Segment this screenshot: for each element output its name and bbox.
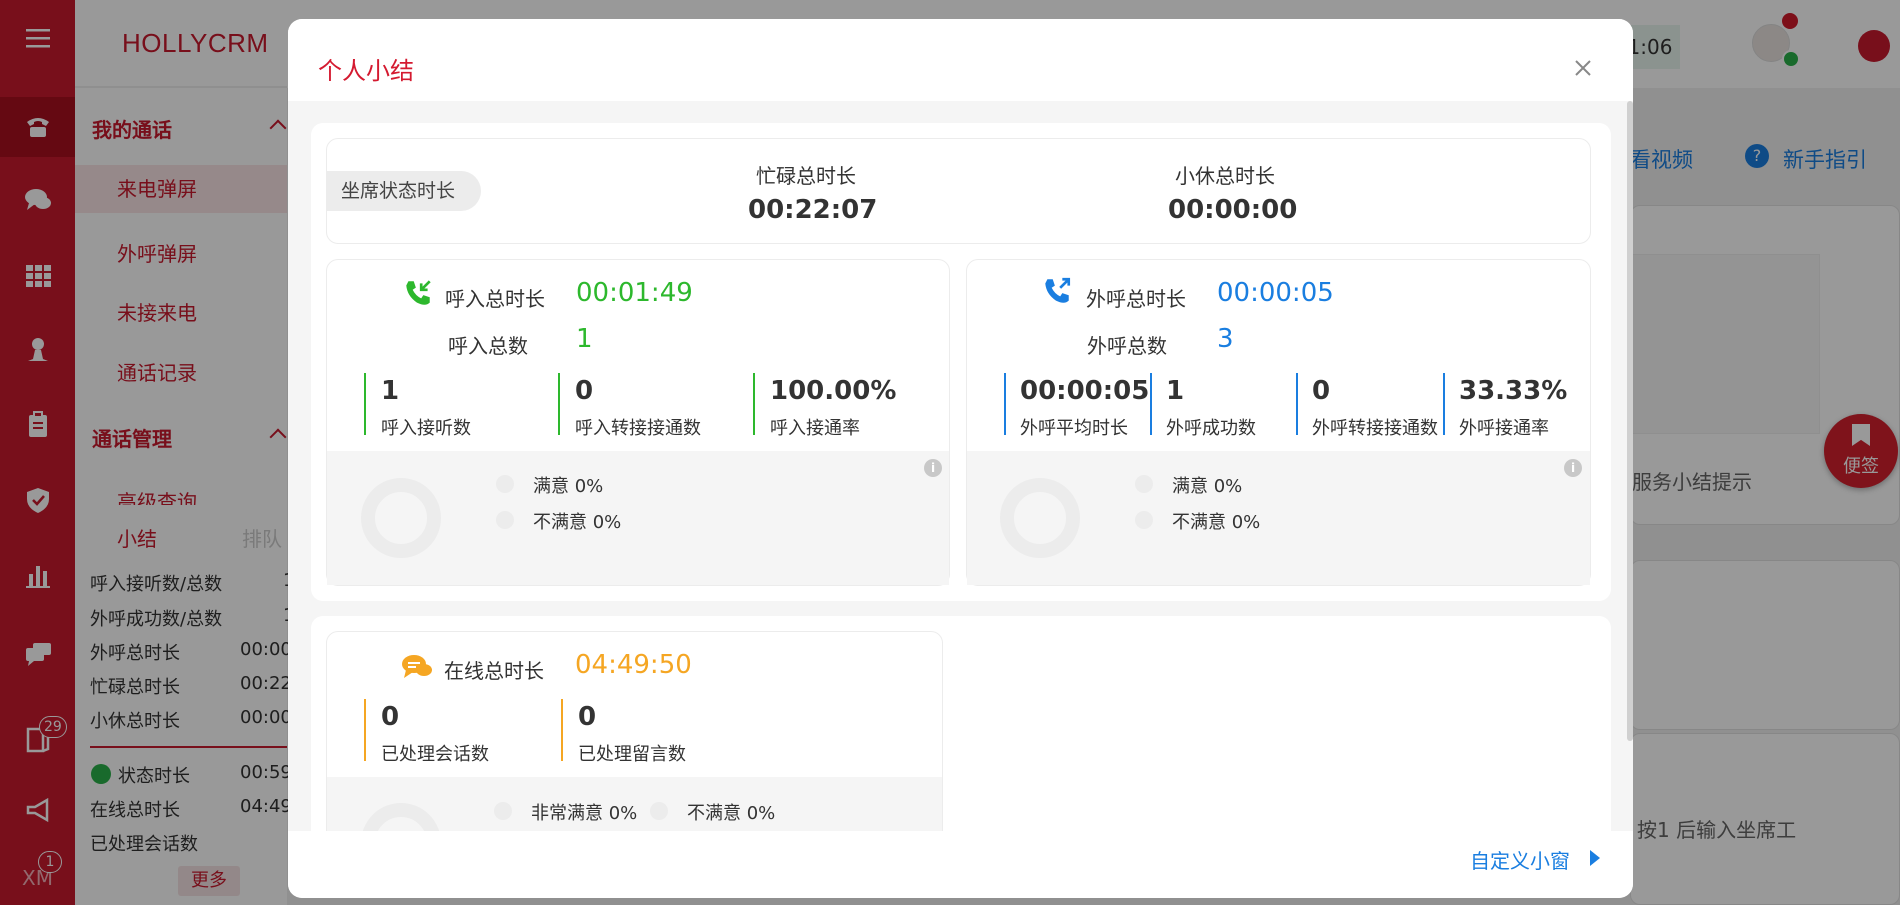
legend-dot — [1135, 475, 1153, 493]
modal-header — [288, 19, 1633, 101]
rest-duration-value: 00:00:00 — [1168, 195, 1298, 225]
close-icon[interactable] — [1568, 53, 1598, 83]
rest-duration-label: 小休总时长 — [1175, 164, 1275, 188]
outbound-success-value: 1 — [1166, 376, 1185, 406]
inbound-duration-value: 00:01:49 — [576, 278, 693, 308]
outbound-rate-label: 外呼接通率 — [1459, 418, 1549, 439]
info-icon[interactable]: i — [924, 459, 942, 477]
legend-dot — [496, 511, 514, 529]
divider — [1296, 373, 1298, 435]
legend-dot — [494, 802, 512, 820]
inbound-satisfied: 满意 0% — [533, 476, 604, 497]
outgoing-call-icon — [1045, 277, 1071, 303]
outbound-success-label: 外呼成功数 — [1166, 418, 1256, 439]
outbound-duration-label: 外呼总时长 — [1086, 287, 1186, 311]
divider — [1443, 373, 1445, 435]
online-duration-value: 04:49:50 — [575, 650, 692, 680]
handled-messages-value: 0 — [578, 702, 597, 732]
scrollbar[interactable] — [1627, 101, 1633, 741]
outbound-count-value: 3 — [1217, 324, 1234, 354]
satisfaction-donut — [1000, 478, 1080, 558]
chat-bubble-icon — [402, 655, 432, 678]
inbound-transfer-value: 0 — [575, 376, 594, 406]
satisfaction-donut — [361, 478, 441, 558]
divider — [1150, 373, 1152, 435]
inbound-count-label: 呼入总数 — [448, 334, 528, 358]
online-unsatisfied: 不满意 0% — [687, 803, 776, 824]
busy-duration-label: 忙碌总时长 — [756, 164, 856, 188]
outbound-avg-value: 00:00:05 — [1020, 376, 1150, 406]
legend-dot — [650, 802, 668, 820]
incoming-call-icon — [406, 280, 431, 305]
modal-footer — [288, 831, 1633, 898]
divider — [364, 373, 366, 435]
inbound-duration-label: 呼入总时长 — [445, 287, 545, 311]
inbound-unsatisfied: 不满意 0% — [533, 512, 622, 533]
personal-summary-modal: 个人小结 坐席状态时长 忙碌总时长 00:22:07 小休总时长 00:00:0… — [288, 19, 1633, 898]
inbound-answered-value: 1 — [381, 376, 400, 406]
divider — [1004, 373, 1006, 435]
agent-status-card — [326, 138, 1591, 244]
agent-status-tag: 坐席状态时长 — [326, 171, 481, 211]
legend-dot — [496, 475, 514, 493]
caret-right-icon[interactable] — [1588, 848, 1602, 868]
inbound-transfer-label: 呼入转接接通数 — [575, 418, 701, 439]
outbound-satisfied: 满意 0% — [1172, 476, 1243, 497]
divider — [561, 699, 563, 761]
inbound-count-value: 1 — [576, 324, 593, 354]
divider — [364, 699, 366, 761]
busy-duration-value: 00:22:07 — [748, 195, 878, 225]
inbound-answered-label: 呼入接听数 — [381, 418, 471, 439]
outbound-count-label: 外呼总数 — [1087, 334, 1167, 358]
modal-title: 个人小结 — [318, 57, 414, 85]
divider — [558, 373, 560, 435]
info-icon[interactable]: i — [1564, 459, 1582, 477]
outbound-duration-value: 00:00:05 — [1217, 278, 1334, 308]
outbound-unsatisfied: 不满意 0% — [1172, 512, 1261, 533]
handled-sessions-value: 0 — [381, 702, 400, 732]
outbound-transfer-value: 0 — [1312, 376, 1331, 406]
handled-messages-label: 已处理留言数 — [578, 744, 686, 765]
custom-window-link[interactable]: 自定义小窗 — [1470, 845, 1570, 874]
inbound-rate-label: 呼入接通率 — [770, 418, 860, 439]
handled-sessions-label: 已处理会话数 — [381, 744, 489, 765]
outbound-avg-label: 外呼平均时长 — [1020, 418, 1128, 439]
outbound-rate-value: 33.33% — [1459, 376, 1568, 406]
legend-dot — [1135, 511, 1153, 529]
outbound-transfer-label: 外呼转接接通数 — [1312, 418, 1438, 439]
divider — [753, 373, 755, 435]
inbound-rate-value: 100.00% — [770, 376, 897, 406]
online-very-satisfied: 非常满意 0% — [531, 803, 638, 824]
online-duration-label: 在线总时长 — [444, 659, 544, 683]
